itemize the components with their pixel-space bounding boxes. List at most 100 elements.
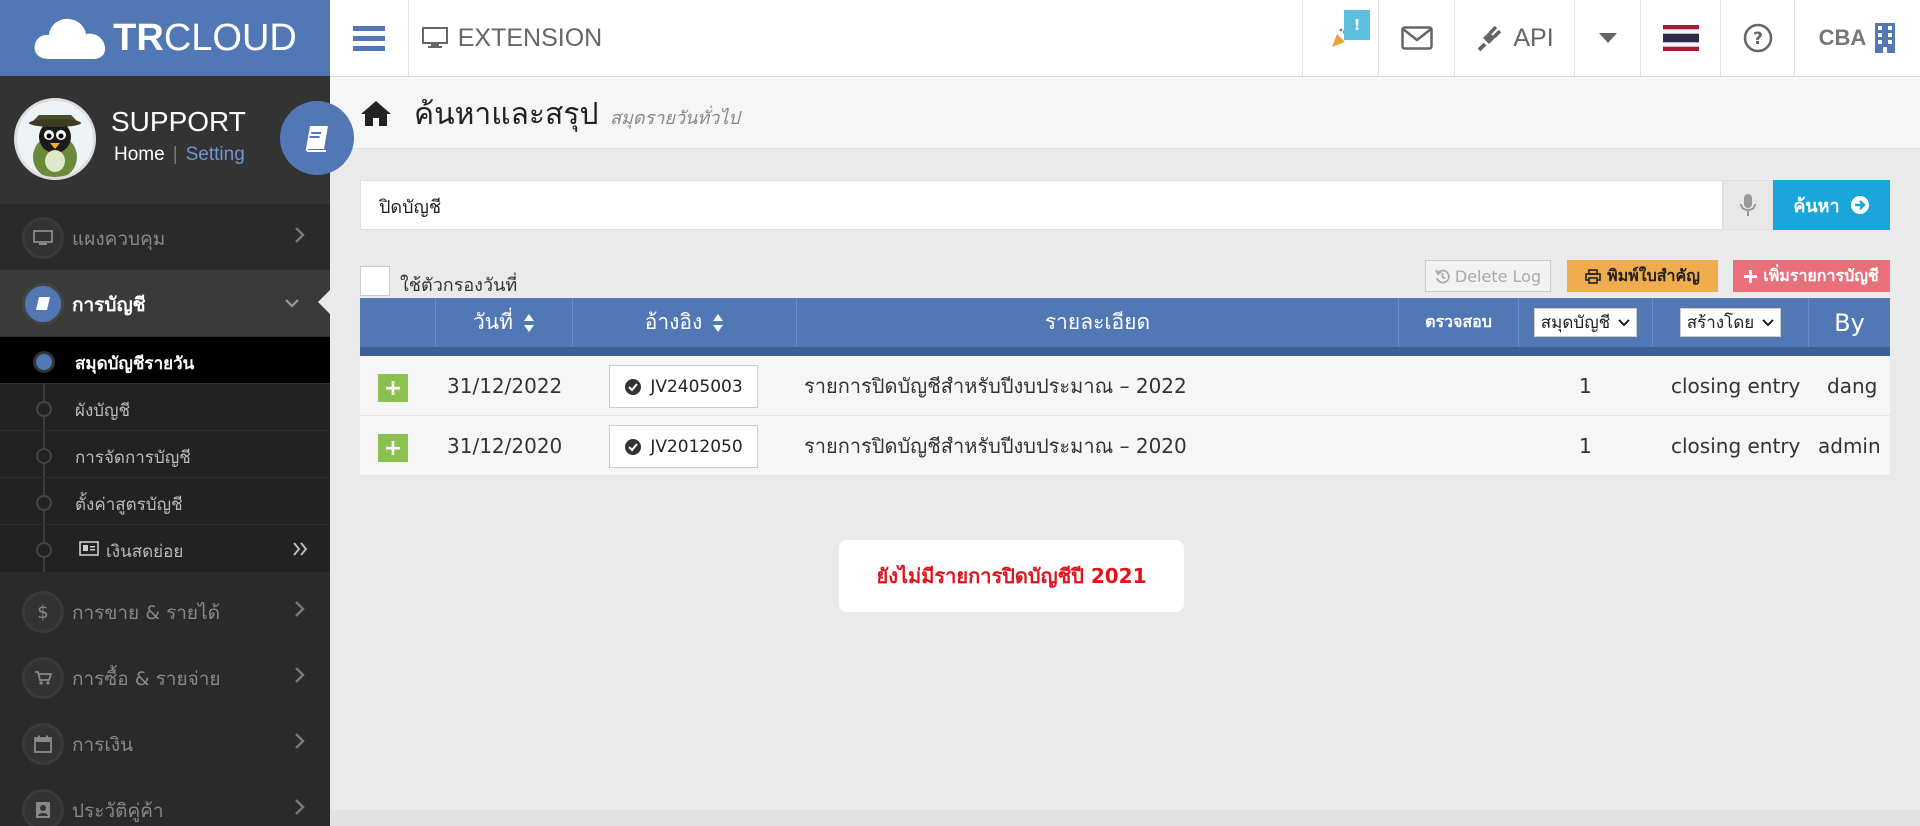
- chevron-down-icon: [285, 299, 299, 308]
- search-input[interactable]: [361, 181, 1724, 231]
- history-icon: [1435, 269, 1450, 283]
- sidebar-item-finance[interactable]: การเงิน: [0, 710, 330, 776]
- sidebar-subitem-label: ตั้งค่าสูตรบัญชี: [75, 495, 183, 515]
- print-voucher-label: พิมพ์ใบสำคัญ: [1607, 265, 1700, 285]
- book-icon: [305, 126, 328, 152]
- brand-name: TRCLOUD: [113, 16, 297, 59]
- sidebar-subitem-daily-journal[interactable]: สมุดบัญชีรายวัน: [0, 337, 330, 384]
- th-created-by: สร้างโดย: [1652, 298, 1808, 347]
- extension-button[interactable]: EXTENSION: [408, 0, 615, 76]
- microphone-icon: [1740, 194, 1756, 216]
- sidebar-item-dashboard[interactable]: แผงควบคุม: [0, 204, 330, 270]
- question-circle-icon: ?: [1743, 23, 1772, 53]
- thailand-flag-icon: [1662, 25, 1699, 51]
- search-box: [360, 180, 1724, 231]
- company-button[interactable]: CBA: [1794, 0, 1920, 76]
- penguin-avatar-icon: [17, 101, 93, 177]
- chevron-down-icon: [1618, 318, 1630, 326]
- cash-icon: [79, 541, 99, 556]
- search-button-label: ค้นหา: [1793, 195, 1840, 217]
- sidebar-item-purchases[interactable]: การซื้อ & รายจ่าย: [0, 644, 330, 710]
- date-filter-checkbox[interactable]: [360, 266, 390, 296]
- mail-button[interactable]: [1378, 0, 1454, 76]
- delete-log-button[interactable]: Delete Log: [1425, 260, 1551, 292]
- table-header: วันที่ อ้างอิง รายละเอียด ตรวจสอบ สมุดบั…: [360, 298, 1890, 356]
- sidebar-subitem-label: การจัดการบัญชี: [75, 448, 191, 468]
- page-header: ค้นหาและสรุป สมุดรายวันทั่วไป: [330, 77, 1920, 149]
- sidebar-item-label: การซื้อ & รายจ่าย: [72, 668, 221, 690]
- no-closing-entry-notice: ยังไม่มีรายการปิดบัญชีปี 2021: [839, 540, 1184, 612]
- reference-button[interactable]: JV2405003: [609, 365, 758, 408]
- cell-created-by: closing entry: [1671, 374, 1801, 398]
- journal-filter-select[interactable]: สมุดบัญชี: [1533, 308, 1638, 337]
- voice-search-button[interactable]: [1723, 180, 1773, 230]
- sidebar-item-accounting[interactable]: การบัญชี: [0, 270, 330, 336]
- submenu-dot: [36, 354, 52, 370]
- link-separator: |: [172, 144, 178, 165]
- sidebar-subitem-chart-of-accounts[interactable]: ผังบัญชี: [0, 384, 330, 431]
- cloud-icon: [34, 18, 106, 59]
- search-button[interactable]: ค้นหา: [1773, 180, 1890, 230]
- dropdown-button[interactable]: [1574, 0, 1640, 76]
- sidebar-subitem-account-management[interactable]: การจัดการบัญชี: [0, 431, 330, 478]
- th-audit: ตรวจสอบ: [1398, 298, 1518, 347]
- help-button[interactable]: ?: [1720, 0, 1794, 76]
- sidebar-item-sales[interactable]: $ การขาย & รายได้: [0, 578, 330, 644]
- avatar[interactable]: [14, 98, 96, 180]
- submenu-dot: [36, 401, 52, 417]
- printer-icon: [1585, 268, 1601, 284]
- sidebar-subitem-label: เงินสดย่อย: [106, 542, 184, 562]
- submenu-dot: [36, 495, 52, 511]
- th-by: By: [1808, 298, 1890, 347]
- date-filter-label: ใช้ตัวกรองวันที่: [400, 275, 518, 296]
- brand-logo[interactable]: TRCLOUD: [0, 0, 330, 76]
- sidebar-subitem-account-formula[interactable]: ตั้งค่าสูตรบัญชี: [0, 478, 330, 525]
- check-circle-icon: [625, 378, 642, 395]
- menu-toggle-button[interactable]: [330, 0, 408, 76]
- language-button[interactable]: [1640, 0, 1720, 76]
- extension-label: EXTENSION: [457, 23, 603, 52]
- accounting-submenu: สมุดบัญชีรายวัน ผังบัญชี การจัดการบัญชี …: [0, 337, 330, 572]
- notification-button[interactable]: !: [1302, 0, 1378, 76]
- home-link[interactable]: Home: [114, 144, 165, 165]
- print-voucher-button[interactable]: พิมพ์ใบสำคัญ: [1567, 260, 1718, 292]
- sidebar-subitem-label: สมุดบัญชีรายวัน: [75, 354, 195, 374]
- book-button[interactable]: [280, 101, 354, 175]
- th-detail: รายละเอียด: [796, 298, 1398, 347]
- chevron-right-icon: [295, 667, 305, 683]
- monitor-icon: [421, 27, 448, 48]
- cart-icon: [22, 657, 64, 699]
- caret-down-icon: [1598, 33, 1617, 43]
- cell-created-by: closing entry: [1671, 434, 1801, 458]
- chevron-right-icon: [295, 601, 305, 617]
- th-reference[interactable]: อ้างอิง: [572, 298, 796, 347]
- table-row: + 31/12/2022 JV2405003 รายการปิดบัญชีสำห…: [360, 356, 1890, 416]
- chevron-down-icon: [1762, 318, 1774, 326]
- table-row: + 31/12/2020 JV2012050 รายการปิดบัญชีสำห…: [360, 416, 1890, 476]
- sidebar-subitem-label: ผังบัญชี: [75, 401, 131, 421]
- book-icon: [22, 283, 64, 325]
- reference-button[interactable]: JV2012050: [609, 425, 758, 468]
- expand-row-button[interactable]: +: [378, 434, 408, 462]
- th-date[interactable]: วันที่: [435, 298, 572, 347]
- company-label: CBA: [1818, 25, 1867, 50]
- chevron-right-icon: [295, 227, 305, 243]
- cell-detail: รายการปิดบัญชีสำหรับปีงบประมาณ – 2022: [804, 374, 1187, 398]
- chevron-right-icon: [295, 799, 305, 815]
- add-entry-label: เพิ่มรายการบัญชี: [1763, 265, 1879, 285]
- desktop-icon: [22, 217, 64, 259]
- created-by-filter-select[interactable]: สร้างโดย: [1679, 308, 1782, 337]
- expand-row-button[interactable]: +: [378, 374, 408, 402]
- sidebar-item-customer-history[interactable]: ประวัติคู่ค้า: [0, 776, 330, 826]
- home-icon[interactable]: [360, 99, 392, 127]
- sort-icon: [524, 313, 534, 332]
- add-entry-button[interactable]: เพิ่มรายการบัญชี: [1733, 260, 1890, 292]
- chevron-right-icon: [295, 733, 305, 749]
- api-button[interactable]: API: [1454, 0, 1574, 76]
- sidebar-item-label: แผงควบคุม: [72, 228, 166, 250]
- th-reference-label: อ้างอิง: [644, 310, 703, 334]
- setting-link[interactable]: Setting: [186, 144, 245, 165]
- sidebar-subitem-petty-cash[interactable]: เงินสดย่อย: [0, 525, 330, 572]
- page-subtitle: สมุดรายวันทั่วไป: [610, 108, 740, 129]
- cell-by: admin: [1818, 434, 1881, 458]
